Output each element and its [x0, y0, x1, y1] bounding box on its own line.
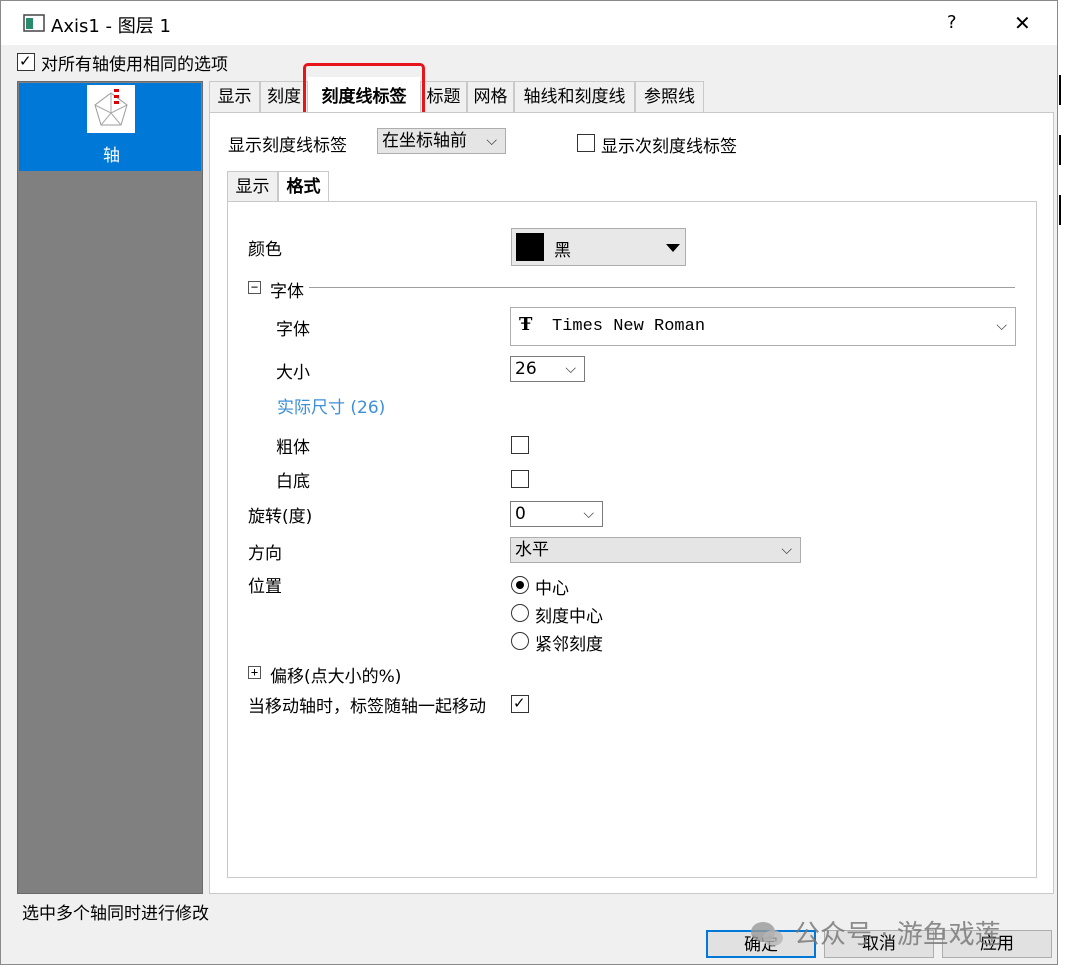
rotation-select[interactable]: 0 ⌵ — [510, 501, 603, 527]
axis-dialog: Axis1 - 图层 1 ? ✕ ✓ 对所有轴使用相同的选项 轴 显示 刻度 刻… — [0, 0, 1058, 965]
color-value: 黑 — [554, 241, 571, 261]
color-swatch — [516, 233, 544, 261]
background-glyph — [1059, 195, 1068, 225]
chevron-down-icon: ⌵ — [781, 542, 792, 558]
radio-dot — [516, 581, 524, 589]
position-center-label: 中心 — [535, 579, 569, 599]
offset-label: 偏移(点大小的%) — [270, 667, 402, 687]
font-group-divider — [309, 287, 1015, 288]
bold-checkbox[interactable] — [511, 436, 529, 454]
app-icon — [23, 14, 45, 32]
show-ticklabel-label: 显示刻度线标签 — [228, 136, 347, 156]
status-text: 选中多个轴同时进行修改 — [22, 904, 209, 924]
rotation-label: 旋转(度) — [248, 507, 313, 527]
help-button[interactable]: ? — [947, 12, 957, 33]
tab-display[interactable]: 显示 — [209, 81, 260, 112]
font-select[interactable]: Ŧ Times New Roman ⌵ — [510, 307, 1016, 346]
position-next-to-tick-radio[interactable] — [511, 632, 529, 650]
dropdown-arrow-icon — [666, 244, 680, 252]
bold-label: 粗体 — [276, 438, 310, 458]
truetype-font-icon: Ŧ — [519, 314, 533, 335]
tab-line-and-ticks[interactable]: 轴线和刻度线 — [514, 81, 635, 112]
chevron-down-icon: ⌵ — [565, 361, 576, 377]
position-tick-center-label: 刻度中心 — [535, 607, 603, 627]
tab-title[interactable]: 标题 — [420, 81, 467, 112]
position-next-to-tick-label: 紧邻刻度 — [535, 635, 603, 655]
subtab-display[interactable]: 显示 — [227, 171, 278, 202]
rotation-value: 0 — [515, 504, 526, 524]
background-glyph — [1059, 135, 1068, 165]
actual-size-link[interactable]: 实际尺寸 (26) — [277, 393, 385, 418]
show-minor-label: 显示次刻度线标签 — [601, 137, 737, 157]
show-ticklabel-value: 在坐标轴前 — [382, 131, 467, 151]
sidebar-item-axis[interactable]: 轴 — [19, 83, 201, 171]
tab-reference-lines[interactable]: 参照线 — [635, 81, 704, 112]
size-select[interactable]: 26 ⌵ — [510, 356, 585, 382]
font-label: 字体 — [276, 320, 310, 340]
size-label: 大小 — [276, 363, 310, 383]
sidebar: 轴 — [17, 81, 203, 894]
wechat-icon — [751, 922, 783, 946]
check-icon: ✓ — [19, 52, 32, 70]
show-ticklabel-select[interactable]: 在坐标轴前 ⌵ — [377, 128, 506, 154]
close-button[interactable]: ✕ — [1014, 11, 1031, 35]
move-with-axis-checkbox[interactable]: ✓ — [511, 694, 529, 713]
subtab-format[interactable]: 格式 — [278, 171, 329, 202]
tab-grid[interactable]: 网格 — [467, 81, 514, 112]
watermark-text: 公众号 · 游鱼戏莲 — [794, 920, 1001, 950]
color-label: 颜色 — [248, 240, 282, 260]
white-bg-label: 白底 — [276, 472, 310, 492]
move-with-axis-label: 当移动轴时，标签随轴一起移动 — [248, 697, 486, 717]
background-glyph — [1059, 75, 1068, 105]
position-tick-center-radio[interactable] — [511, 604, 529, 622]
background-window-edge — [1059, 60, 1068, 260]
direction-value: 水平 — [515, 540, 549, 560]
tab-scale[interactable]: 刻度 — [260, 81, 308, 112]
chevron-down-icon: ⌵ — [996, 318, 1007, 334]
sidebar-item-label: 轴 — [103, 146, 120, 166]
chevron-down-icon: ⌵ — [583, 506, 594, 522]
size-value: 26 — [515, 359, 537, 379]
font-group-collapse-icon[interactable]: − — [248, 281, 261, 294]
position-label: 位置 — [248, 577, 282, 597]
position-center-radio[interactable] — [511, 576, 529, 594]
check-icon: ✓ — [513, 694, 526, 712]
white-bg-checkbox[interactable] — [511, 470, 529, 488]
offset-expand-icon[interactable]: + — [248, 666, 261, 679]
axis-pentagon-icon — [87, 85, 135, 133]
chevron-down-icon: ⌵ — [486, 133, 497, 149]
window-title: Axis1 - 图层 1 — [51, 16, 171, 37]
direction-select[interactable]: 水平 ⌵ — [510, 537, 801, 563]
direction-label: 方向 — [248, 544, 282, 564]
font-value: Times New Roman — [552, 317, 706, 336]
font-group-label: 字体 — [270, 282, 304, 302]
same-options-checkbox[interactable]: ✓ — [17, 52, 35, 71]
color-select[interactable]: 黑 — [511, 228, 686, 266]
same-options-label: 对所有轴使用相同的选项 — [41, 55, 228, 75]
title-bar: Axis1 - 图层 1 ? ✕ — [1, 1, 1057, 45]
show-minor-checkbox[interactable] — [577, 134, 595, 152]
